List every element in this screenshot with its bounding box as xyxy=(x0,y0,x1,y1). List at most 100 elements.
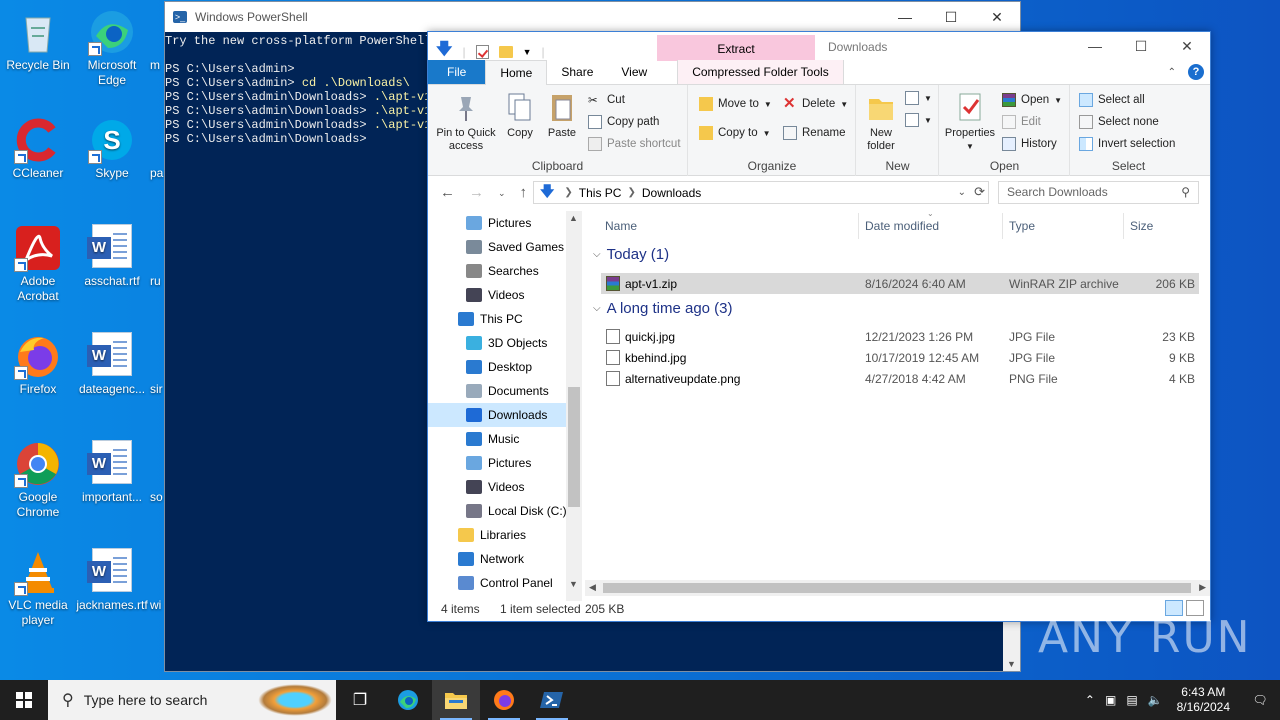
delete-button[interactable]: ✕ Delete ▼ xyxy=(783,96,848,111)
nav-item-videos[interactable]: Videos xyxy=(428,475,582,499)
nav-item-control-panel[interactable]: Control Panel xyxy=(428,571,582,595)
network-icon[interactable]: ▤ xyxy=(1126,693,1137,707)
copy-button[interactable]: Copy xyxy=(502,91,538,140)
edge-shortcut[interactable]: Microsoft Edge xyxy=(74,8,150,88)
history-button[interactable]: History xyxy=(1002,137,1057,151)
back-arrow-icon[interactable]: ← xyxy=(440,184,455,201)
scroll-thumb[interactable] xyxy=(568,387,580,507)
nav-item-downloads[interactable]: Downloads xyxy=(428,403,582,427)
search-input[interactable]: Search Downloads ⚲ xyxy=(998,181,1199,204)
recycle-bin-shortcut[interactable]: Recycle Bin xyxy=(0,8,76,73)
nav-item-local-disk-c[interactable]: Local Disk (C:) xyxy=(428,499,582,523)
properties-check-icon[interactable] xyxy=(475,44,489,59)
nav-item-desktop[interactable]: Desktop xyxy=(428,355,582,379)
important-file[interactable]: W important... xyxy=(74,440,150,505)
scroll-right-arrow-icon[interactable]: ▶ xyxy=(1199,582,1206,593)
volume-icon[interactable]: 🔈 xyxy=(1148,693,1163,707)
collapse-ribbon-icon[interactable]: ⌃ xyxy=(1168,67,1176,78)
nav-item-documents[interactable]: Documents xyxy=(428,379,582,403)
file-row[interactable]: apt-v1.zip 8/16/2024 6:40 AM WinRAR ZIP … xyxy=(601,273,1199,294)
firefox-shortcut[interactable]: Firefox xyxy=(0,332,76,397)
maximize-button[interactable]: ☐ xyxy=(1118,32,1164,61)
navigation-pane[interactable]: Pictures Saved Games Searches Videos This PC… xyxy=(428,211,582,601)
scroll-left-arrow-icon[interactable]: ◀ xyxy=(589,582,596,593)
pin-quick-access-button[interactable]: Pin to Quick access xyxy=(434,91,498,153)
scroll-down-arrow-icon[interactable]: ▼ xyxy=(569,579,578,589)
new-folder-icon[interactable] xyxy=(498,45,513,58)
open-button[interactable]: Open ▼ xyxy=(1002,93,1062,107)
file-row[interactable]: alternativeupdate.png 4/27/2018 4:42 AM … xyxy=(601,368,1199,389)
skype-shortcut[interactable]: S Skype xyxy=(74,116,150,181)
file-explorer-window[interactable]: 🡇 | ▼ | Extract Downloads — ☐ ✕ File Hom… xyxy=(427,31,1211,622)
paste-shortcut-button[interactable]: Paste shortcut xyxy=(588,137,681,151)
forward-arrow-icon[interactable]: → xyxy=(469,184,484,201)
ccleaner-shortcut[interactable]: CCleaner xyxy=(0,116,76,181)
scroll-up-arrow-icon[interactable]: ▲ xyxy=(569,213,578,223)
copy-path-button[interactable]: Copy path xyxy=(588,115,659,129)
acrobat-shortcut[interactable]: Adobe Acrobat xyxy=(0,224,76,304)
edit-button[interactable]: Edit xyxy=(1002,115,1041,129)
paste-button[interactable]: Paste xyxy=(544,91,580,140)
task-view-button[interactable]: ❐ xyxy=(336,680,384,720)
breadcrumb-this-pc[interactable]: This PC xyxy=(579,186,622,200)
rename-button[interactable]: Rename xyxy=(783,126,845,140)
nav-item-network[interactable]: Network xyxy=(428,547,582,571)
tab-view[interactable]: View xyxy=(607,60,661,84)
help-icon[interactable]: ? xyxy=(1188,64,1204,80)
nav-item-videos[interactable]: Videos xyxy=(428,283,582,307)
nav-item-pictures[interactable]: Pictures xyxy=(428,451,582,475)
explorer-titlebar[interactable]: 🡇 | ▼ | Extract Downloads — ☐ ✕ xyxy=(428,32,1210,61)
notification-button[interactable]: 🗨 xyxy=(1240,680,1280,720)
network-adapter-icon[interactable]: ▣ xyxy=(1105,693,1116,707)
recent-locations-icon[interactable]: ⌄ xyxy=(498,188,506,201)
chrome-shortcut[interactable]: Google Chrome xyxy=(0,440,76,520)
address-dropdown-icon[interactable]: ⌄ xyxy=(958,187,966,198)
invert-selection-button[interactable]: Invert selection xyxy=(1079,137,1175,151)
taskbar-file-explorer[interactable] xyxy=(432,680,480,720)
collapse-chevron-icon[interactable]: ⌵ xyxy=(593,249,601,260)
close-button[interactable]: ✕ xyxy=(974,9,1020,26)
file-row[interactable]: kbehind.jpg 10/17/2019 12:45 AM JPG File… xyxy=(601,347,1199,368)
tab-compressed-folder-tools[interactable]: Compressed Folder Tools xyxy=(677,60,844,84)
asschat-file[interactable]: W asschat.rtf xyxy=(74,224,150,289)
minimize-button[interactable]: — xyxy=(882,9,928,26)
vlc-shortcut[interactable]: VLC media player xyxy=(0,548,76,628)
taskbar-edge[interactable] xyxy=(384,680,432,720)
nav-item-saved-games[interactable]: Saved Games xyxy=(428,235,582,259)
file-row[interactable]: quickj.jpg 12/21/2023 1:26 PM JPG File 2… xyxy=(601,326,1199,347)
select-all-button[interactable]: Select all xyxy=(1079,93,1145,107)
jacknames-file[interactable]: W jacknames.rtf xyxy=(74,548,150,613)
maximize-button[interactable]: ☐ xyxy=(928,9,974,26)
select-none-button[interactable]: Select none xyxy=(1079,115,1159,129)
scroll-down-arrow-icon[interactable]: ▼ xyxy=(1007,659,1016,669)
refresh-icon[interactable]: ⟳ xyxy=(974,184,985,200)
nav-item-this-pc[interactable]: This PC xyxy=(428,307,582,331)
show-hidden-icons-icon[interactable]: ⌃ xyxy=(1085,693,1095,707)
properties-button[interactable]: Properties ▼ xyxy=(942,91,998,153)
up-arrow-icon[interactable]: ↑ xyxy=(520,184,528,201)
easy-access-button[interactable]: ▼ xyxy=(905,113,932,127)
breadcrumb-separator-icon[interactable]: ❯ xyxy=(627,187,635,198)
tab-file[interactable]: File xyxy=(428,60,486,84)
cut-button[interactable]: ✂ Cut xyxy=(588,93,625,107)
column-type[interactable]: Type xyxy=(1009,219,1035,233)
move-to-button[interactable]: Move to ▼ xyxy=(699,97,772,111)
minimize-button[interactable]: — xyxy=(1072,32,1118,61)
address-bar[interactable]: 🡇 ❯ This PC ❯ Downloads ⌄ ⟳ xyxy=(533,181,989,204)
nav-item-music[interactable]: Music xyxy=(428,427,582,451)
collapse-chevron-icon[interactable]: ⌵ xyxy=(593,303,601,314)
breadcrumb-downloads[interactable]: Downloads xyxy=(642,186,701,200)
taskbar-search[interactable]: ⚲ Type here to search xyxy=(48,680,336,720)
tab-share[interactable]: Share xyxy=(547,60,607,84)
breadcrumb-separator-icon[interactable]: ❯ xyxy=(564,187,572,198)
horizontal-scrollbar[interactable]: ◀ ▶ xyxy=(585,580,1210,596)
clock[interactable]: 6:43 AM 8/16/2024 xyxy=(1177,685,1230,715)
nav-scrollbar[interactable]: ▲ ▼ xyxy=(566,211,582,601)
new-item-button[interactable]: ▼ xyxy=(905,91,932,105)
nav-item-searches[interactable]: Searches xyxy=(428,259,582,283)
taskbar-firefox[interactable] xyxy=(480,680,528,720)
copy-to-button[interactable]: Copy to ▼ xyxy=(699,126,771,140)
taskbar-powershell[interactable] xyxy=(528,680,576,720)
customize-qat-icon[interactable]: ▼ xyxy=(523,47,532,57)
start-button[interactable] xyxy=(0,680,48,720)
